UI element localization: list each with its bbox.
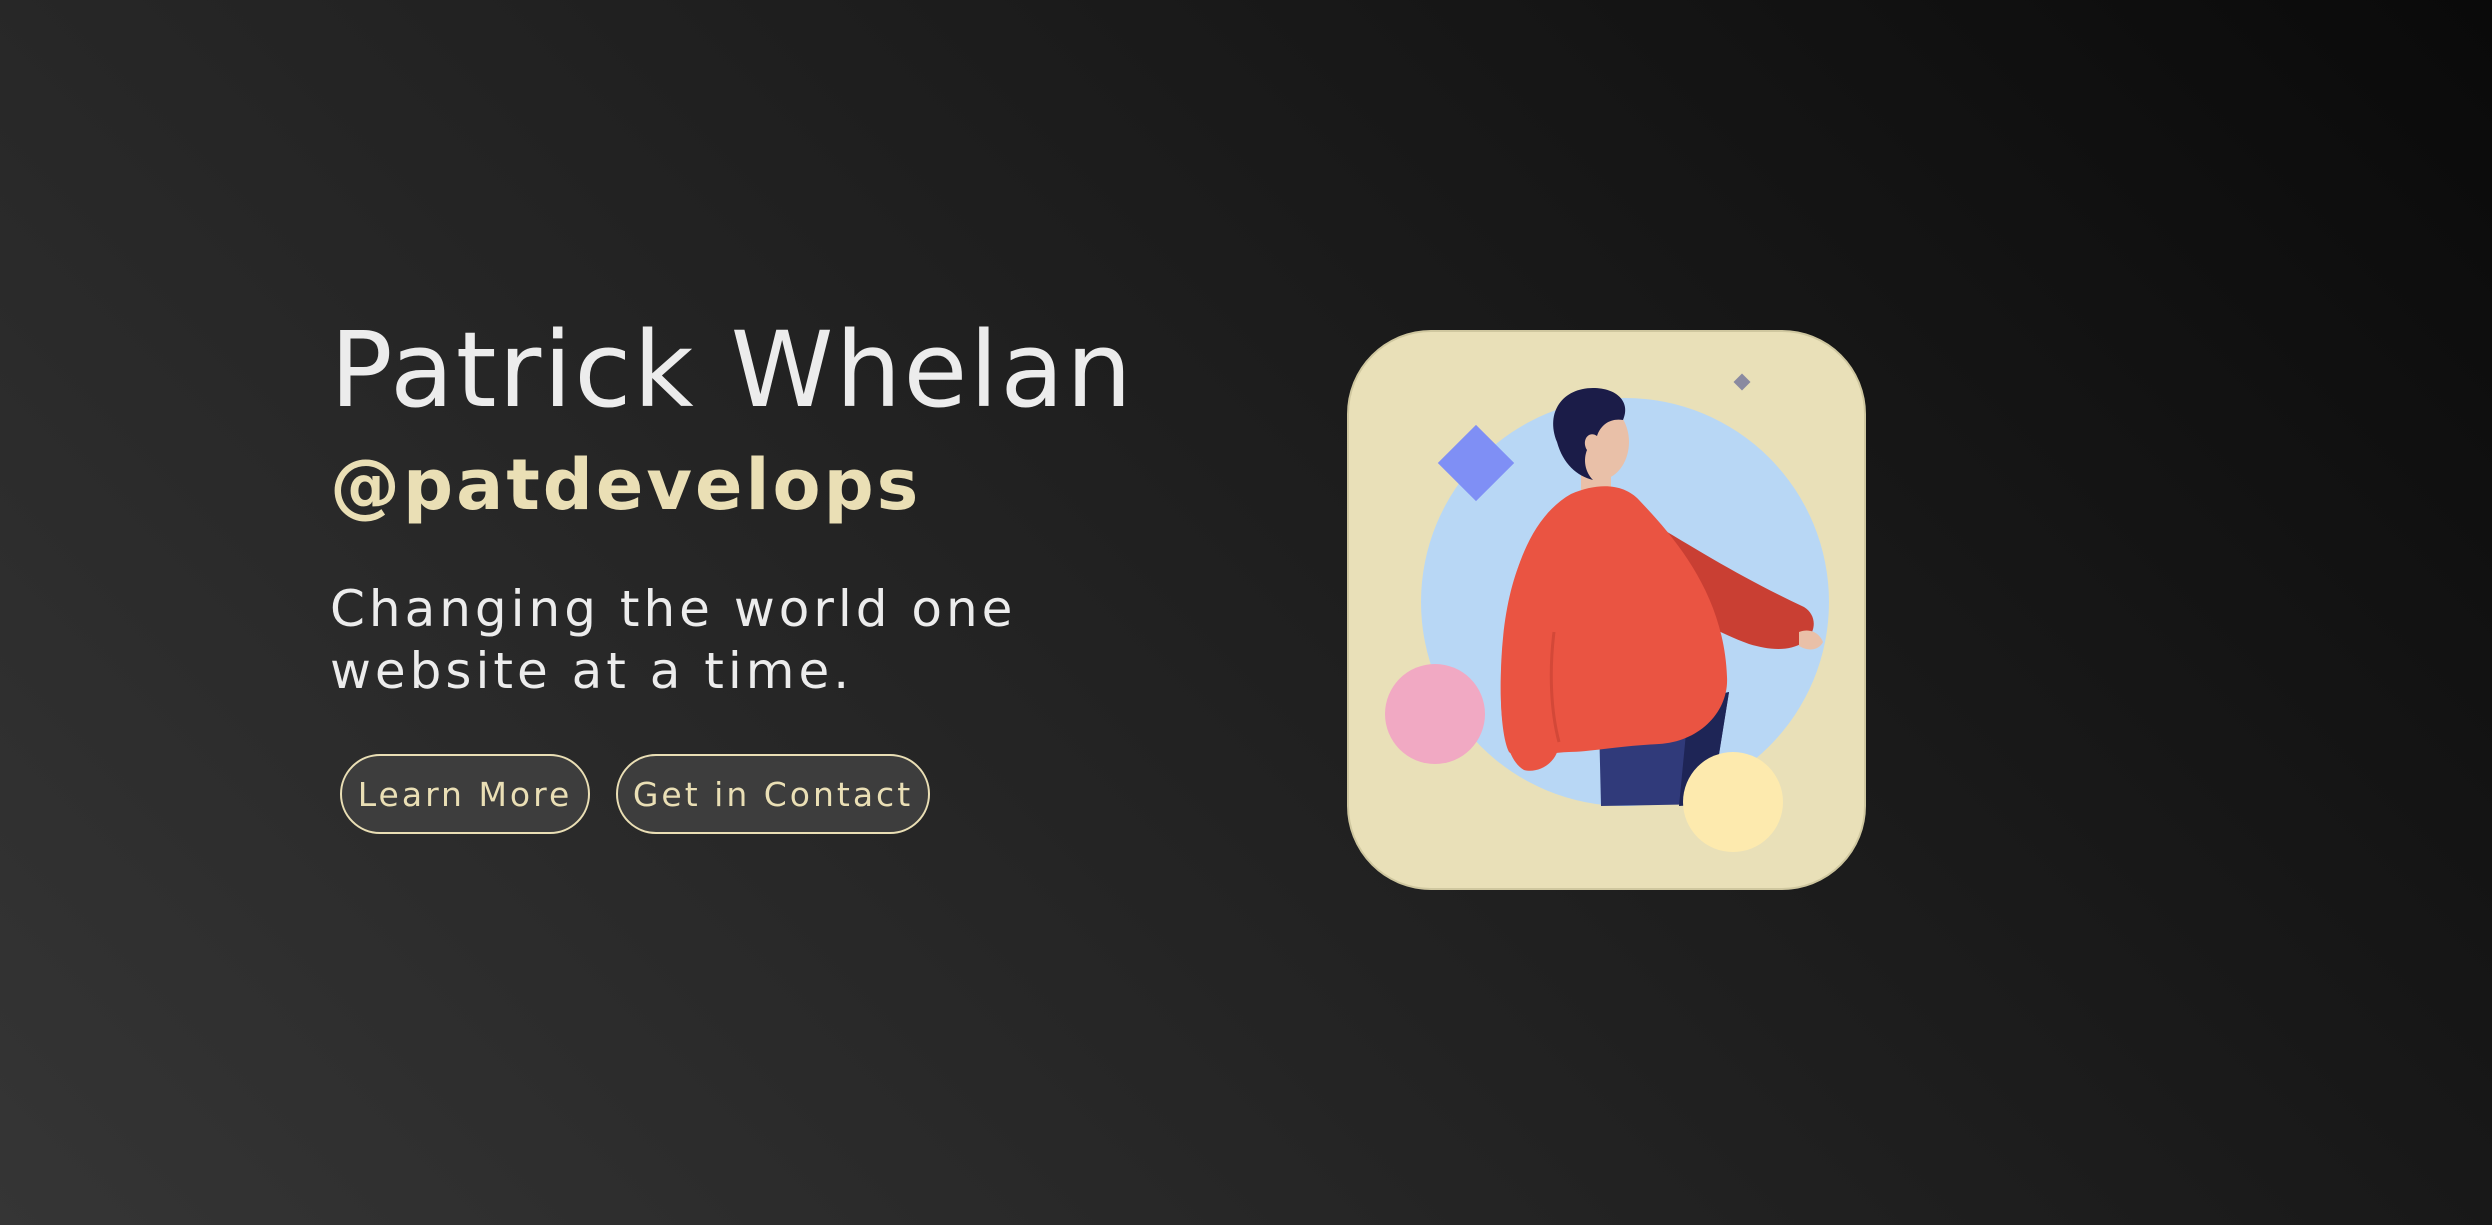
pink-circle-shape xyxy=(1385,664,1485,764)
small-diamond-shape xyxy=(1733,373,1751,391)
profile-tagline: Changing the world one website at a time… xyxy=(330,580,1017,700)
profile-name: Patrick Whelan xyxy=(330,309,1134,431)
avatar-card xyxy=(1347,330,1866,890)
get-in-contact-button[interactable]: Get in Contact xyxy=(616,754,930,834)
profile-handle: @patdevelops xyxy=(330,444,922,526)
learn-more-button[interactable]: Learn More xyxy=(340,754,590,834)
person-illustration-icon xyxy=(1385,373,1829,852)
hero-actions: Learn More Get in Contact xyxy=(340,754,1230,834)
hero-section: Patrick Whelan @patdevelops Changing the… xyxy=(330,318,1230,834)
yellow-circle-shape xyxy=(1683,752,1783,852)
